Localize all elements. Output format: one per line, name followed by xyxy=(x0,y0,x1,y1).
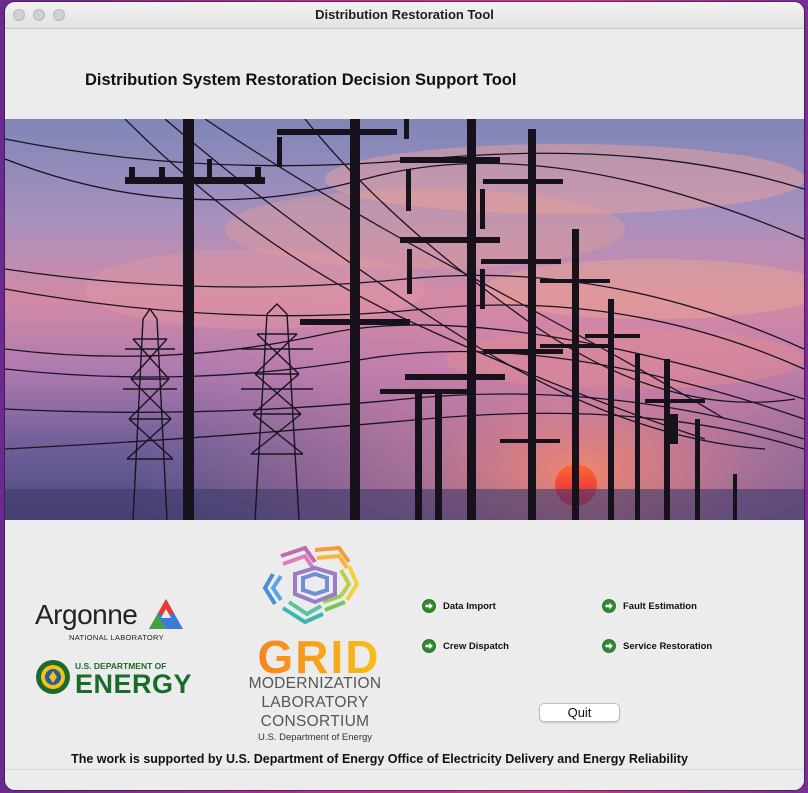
green-arrow-icon xyxy=(422,599,436,613)
argonne-logo: Argonne NATIONAL LABORATORY xyxy=(35,599,195,647)
footer-funding-text: The work is supported by U.S. Department… xyxy=(71,752,688,766)
grid-logo-line1: MODERNIZATION xyxy=(248,675,382,692)
crew-dispatch-button[interactable]: Crew Dispatch xyxy=(422,639,509,653)
doe-seal-icon xyxy=(36,660,70,694)
argonne-logo-word: Argonne xyxy=(35,599,138,630)
grid-hexagon-icon xyxy=(262,545,360,625)
green-arrow-icon xyxy=(422,639,436,653)
crew-dispatch-label: Crew Dispatch xyxy=(443,640,509,652)
argonne-triangle-icon xyxy=(149,599,183,629)
fault-estimation-label: Fault Estimation xyxy=(623,600,697,612)
doe-logo-main: ENERGY xyxy=(75,669,193,699)
page-heading: Distribution System Restoration Decision… xyxy=(85,71,517,89)
app-window: Distribution Restoration Tool Distributi… xyxy=(5,2,804,790)
grid-logo-line2: LABORATORY xyxy=(261,694,369,711)
doe-logo: U.S. DEPARTMENT OF ENERGY xyxy=(35,657,195,703)
window-title: Distribution Restoration Tool xyxy=(315,7,494,22)
window-bottom-bar xyxy=(5,769,804,790)
green-arrow-icon xyxy=(602,639,616,653)
fault-estimation-button[interactable]: Fault Estimation xyxy=(602,599,697,613)
argonne-logo-subtitle: NATIONAL LABORATORY xyxy=(69,633,164,642)
title-bar: Distribution Restoration Tool xyxy=(5,2,804,29)
green-arrow-icon xyxy=(602,599,616,613)
quit-button[interactable]: Quit xyxy=(539,703,620,722)
grid-consortium-logo: GRID MODERNIZATION LABORATORY CONSORTIUM… xyxy=(241,544,397,743)
data-import-label: Data Import xyxy=(443,600,496,612)
service-restoration-button[interactable]: Service Restoration xyxy=(602,639,712,653)
power-lines-sunset-image xyxy=(5,119,804,520)
service-restoration-label: Service Restoration xyxy=(623,640,713,652)
grid-logo-subtitle: U.S. Department of Energy xyxy=(257,732,373,743)
data-import-button[interactable]: Data Import xyxy=(422,599,496,613)
grid-logo-line3: CONSORTIUM xyxy=(260,713,370,730)
